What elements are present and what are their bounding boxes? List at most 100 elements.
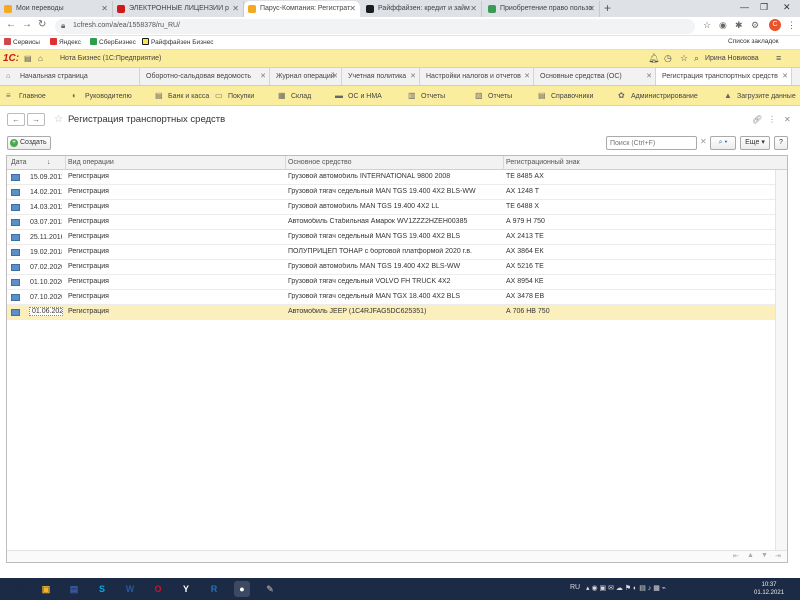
extensions-icon[interactable]: ✱ <box>735 20 743 31</box>
table-row[interactable]: 01.10.2020 Регистрация Грузовой тягач седе… <box>7 275 787 290</box>
close-icon[interactable]: ✕ <box>646 68 652 85</box>
bookmark-item[interactable]: СберБизнес <box>90 38 136 46</box>
table-row[interactable]: 15.09.2011 Регистрация Грузовой автомобиль… <box>7 170 787 185</box>
cell-asset[interactable]: Автомобиль JEEP (1C4RJFAG5DC625351) <box>288 308 500 315</box>
start-icon[interactable]: ⊞ <box>10 581 26 597</box>
cell-date[interactable]: 14.03.2012 <box>29 203 63 212</box>
explorer-icon[interactable]: ▣ <box>38 581 54 597</box>
main-menu-icon[interactable]: ▤ <box>24 54 32 63</box>
table-row[interactable]: 07.02.2020 Регистрация Грузовой автомобиль… <box>7 260 787 275</box>
cell-operation[interactable]: Регистрация <box>68 233 282 240</box>
cell-plate[interactable]: ТЕ 8485 АХ <box>506 173 766 180</box>
table-row[interactable]: 14.03.2012 Регистрация Грузовой автомобиль… <box>7 200 787 215</box>
skype-icon[interactable]: S <box>94 581 110 597</box>
clock[interactable]: 10:37 01.12.2021 <box>754 581 784 597</box>
cell-plate[interactable]: АХ 1248 Т <box>506 188 766 195</box>
search-input[interactable] <box>606 136 697 150</box>
table-row[interactable]: 03.07.2013 Регистрация Автомобиль Стабильн… <box>7 215 787 230</box>
close-icon[interactable]: ✕ <box>524 68 530 85</box>
user-name[interactable]: Ирина Новикова <box>705 55 759 62</box>
cell-asset[interactable]: Грузовой автомобиль MAN TGS 19.400 4X2 L… <box>288 203 500 210</box>
help-button[interactable]: ? <box>774 136 788 150</box>
tab-window[interactable]: Основные средства (ОС) ✕ <box>534 68 656 85</box>
other-bookmarks[interactable]: Список закладок <box>728 38 779 45</box>
tray-lang[interactable]: RU <box>570 584 580 591</box>
cell-asset[interactable]: Грузовой тягач седельный VOLVO FH TRUCK … <box>288 278 500 285</box>
cell-asset[interactable]: Грузовой тягач седельный MAN TGS 19.400 … <box>288 188 500 195</box>
vertical-scrollbar[interactable] <box>775 170 787 550</box>
back-arrow-icon[interactable]: ← <box>7 113 25 126</box>
word-icon[interactable]: W <box>122 581 138 597</box>
tab-window[interactable]: Настройки налогов и отчетов ✕ <box>420 68 534 85</box>
column-header-operation[interactable]: Вид операции <box>68 159 114 166</box>
section-assets[interactable]: ▬ ОС и НМА <box>335 91 382 100</box>
puzzle-icon[interactable]: ⚙ <box>751 20 759 31</box>
form-close-icon[interactable]: ✕ <box>784 115 791 124</box>
clear-search-icon[interactable]: ✕ <box>700 137 707 146</box>
cell-asset[interactable]: ПОЛУПРИЦЕП ТОНАР с бортовой платформой 2… <box>288 248 500 255</box>
section-reports[interactable]: ▥ Отчеты <box>408 91 445 100</box>
opera-ext-icon[interactable]: ◉ <box>719 20 727 31</box>
tab-close-icon[interactable]: ✕ <box>349 1 356 17</box>
cell-plate[interactable]: А 706 НВ 750 <box>506 308 766 315</box>
tab-window[interactable]: Учетная политика ✕ <box>342 68 420 85</box>
favorites-star-icon[interactable]: ☆ <box>680 53 688 64</box>
minimize-icon[interactable]: — <box>740 2 749 12</box>
page-up-icon[interactable]: ▲ <box>747 552 754 559</box>
tray-icons[interactable]: ▴ ◉ ▣ ✉ ☁ ⚑ ◐ ▤ ♪ ▦ ⌁ <box>586 584 666 592</box>
column-header-asset[interactable]: Основное средство <box>288 159 351 166</box>
section-bank[interactable]: ▤ Банк и касса <box>155 91 209 100</box>
cell-plate[interactable]: АХ 5216 ТЕ <box>506 263 766 270</box>
history-icon[interactable]: ◷ <box>664 53 672 64</box>
cell-date[interactable]: 07.10.2020 <box>29 293 63 302</box>
forward-icon[interactable]: → <box>22 19 32 30</box>
column-header-date[interactable]: Дата <box>11 159 27 166</box>
tool-icon[interactable]: ✎ <box>262 581 278 597</box>
cell-date[interactable]: 07.02.2020 <box>29 263 63 272</box>
cell-asset[interactable]: Автомобиль Стабильная Амарок WV1ZZZ2HZEH… <box>288 218 500 225</box>
section-admin[interactable]: ✿ Администрирование <box>618 91 698 100</box>
section-import[interactable]: ▲ Загрузите данные <box>724 91 796 100</box>
tab-close-icon[interactable]: ✕ <box>470 1 477 17</box>
tab-window[interactable]: Оборотно-сальдовая ведомость ✕ <box>140 68 270 85</box>
cell-plate[interactable]: АХ 3864 ЕК <box>506 248 766 255</box>
omnibox[interactable]: 🔒︎ 1cfresh.com/a/ea/1558378/ru_RU/ <box>55 19 695 34</box>
close-icon[interactable]: ✕ <box>260 68 266 85</box>
bookmark-item[interactable]: Райффайзен Бизнес <box>142 38 214 46</box>
section-warehouse[interactable]: ▦ Склад <box>278 91 311 100</box>
bookmark-item[interactable]: Яндекс <box>50 38 81 46</box>
tab-window-active[interactable]: Регистрация транспортных средств ✕ <box>656 68 792 85</box>
more-button[interactable]: Еще ▾ <box>740 136 770 150</box>
cell-date[interactable]: 25.11.2016 <box>29 233 63 242</box>
section-main[interactable]: ≡ Главное <box>6 91 46 100</box>
browser-tab[interactable]: Приобретение право пользо ✕ <box>484 1 600 17</box>
favorite-star-icon[interactable]: ☆ <box>54 114 63 125</box>
forward-arrow-icon[interactable]: → <box>27 113 45 126</box>
cell-operation[interactable]: Регистрация <box>68 173 282 180</box>
cell-asset[interactable]: Грузовой тягач седельный MAN TGS 19.400 … <box>288 233 500 240</box>
create-button[interactable]: + Создать <box>7 136 51 150</box>
cell-plate[interactable]: АХ 3478 ЕВ <box>506 293 766 300</box>
bookmark-star-icon[interactable]: ☆ <box>703 20 711 31</box>
page-first-icon[interactable]: ⇤ <box>733 552 739 560</box>
home-icon[interactable]: ⌂ <box>38 54 43 63</box>
section-reports-2[interactable]: ▧ Отчеты <box>475 91 512 100</box>
close-icon[interactable]: ✕ <box>782 68 788 85</box>
new-tab-icon[interactable]: + <box>604 1 611 15</box>
cell-operation[interactable]: Регистрация <box>68 278 282 285</box>
section-purchases[interactable]: ▭ Покупки <box>215 91 254 100</box>
table-row[interactable]: 01.06.2021 Регистрация Автомобиль JEEP (1C… <box>7 305 787 320</box>
page-last-icon[interactable]: ⇥ <box>775 552 781 560</box>
back-icon[interactable]: ← <box>6 19 16 30</box>
bell-icon[interactable]: 🔔︎ <box>648 53 659 64</box>
reload-icon[interactable]: ↻ <box>38 19 46 30</box>
save-icon[interactable]: ▤ <box>66 581 82 597</box>
tab-window[interactable]: Журнал операций ✕ <box>270 68 342 85</box>
section-manager[interactable]: ◐ Руководителю <box>72 91 132 100</box>
tab-close-icon[interactable]: ✕ <box>232 1 239 17</box>
table-row[interactable]: 25.11.2016 Регистрация Грузовой тягач седе… <box>7 230 787 245</box>
cell-plate[interactable]: А 979 Н 750 <box>506 218 766 225</box>
cell-plate[interactable]: АХ 2413 ТЕ <box>506 233 766 240</box>
close-icon[interactable]: ✕ <box>332 68 338 85</box>
settings-icon[interactable]: ≡ <box>776 53 781 63</box>
